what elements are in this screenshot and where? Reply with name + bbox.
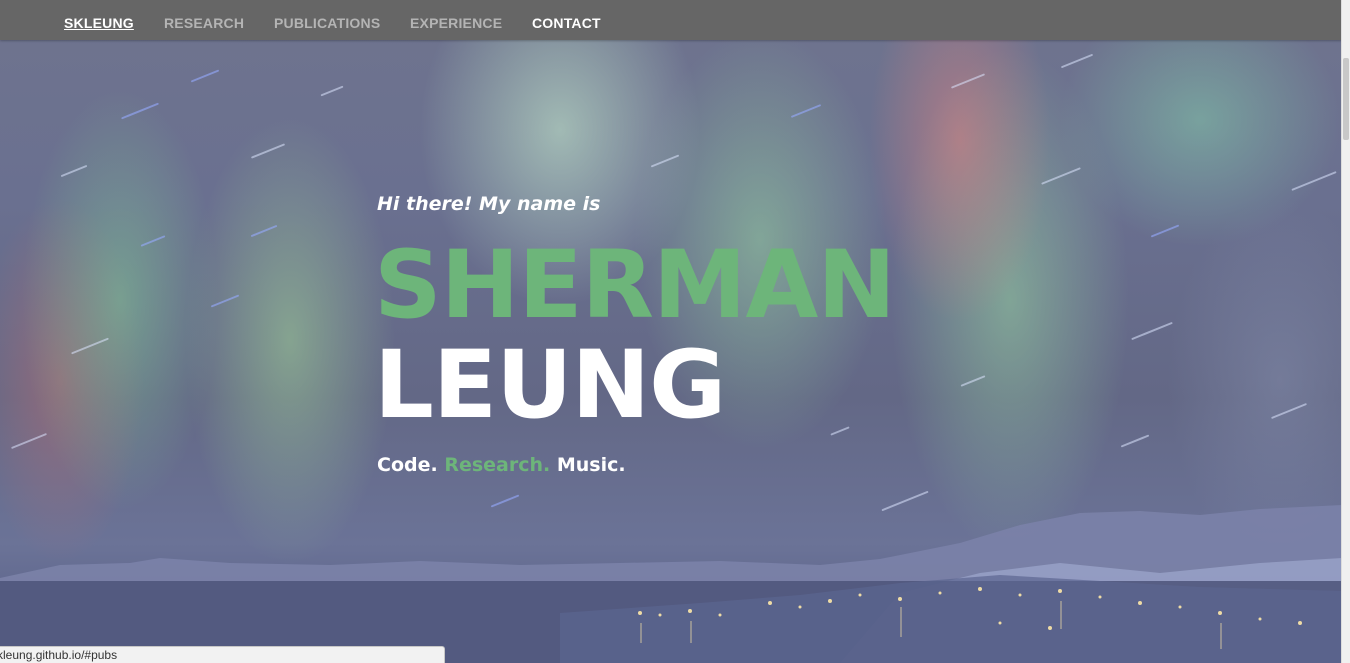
hero-tagline: Code. Research. Music. [377, 454, 626, 476]
browser-status-bar: kleung.github.io/#pubs [0, 646, 445, 663]
nav-item-publications[interactable]: PUBLICATIONS [274, 15, 380, 31]
hero-last-name: LEUNG [374, 331, 726, 440]
tagline-code: Code. [377, 454, 438, 476]
nav-item-contact[interactable]: CONTACT [532, 15, 601, 31]
tagline-research: Research. [444, 454, 551, 476]
page: SKLEUNG RESEARCH PUBLICATIONS EXPERIENCE… [0, 0, 1350, 663]
hero-first-name: SHERMAN [374, 231, 896, 340]
scrollbar-thumb[interactable] [1343, 58, 1349, 140]
nav-item-experience[interactable]: EXPERIENCE [410, 15, 502, 31]
status-url: kleung.github.io/#pubs [0, 648, 118, 662]
top-navbar: SKLEUNG RESEARCH PUBLICATIONS EXPERIENCE… [0, 0, 1342, 40]
hero-greeting: Hi there! My name is [377, 193, 601, 215]
landscape-illustration [0, 505, 1342, 663]
nav-brand-link[interactable]: SKLEUNG [64, 15, 134, 31]
tagline-music: Music. [556, 454, 626, 476]
vertical-scrollbar[interactable] [1341, 0, 1350, 663]
nav-item-research[interactable]: RESEARCH [164, 15, 244, 31]
